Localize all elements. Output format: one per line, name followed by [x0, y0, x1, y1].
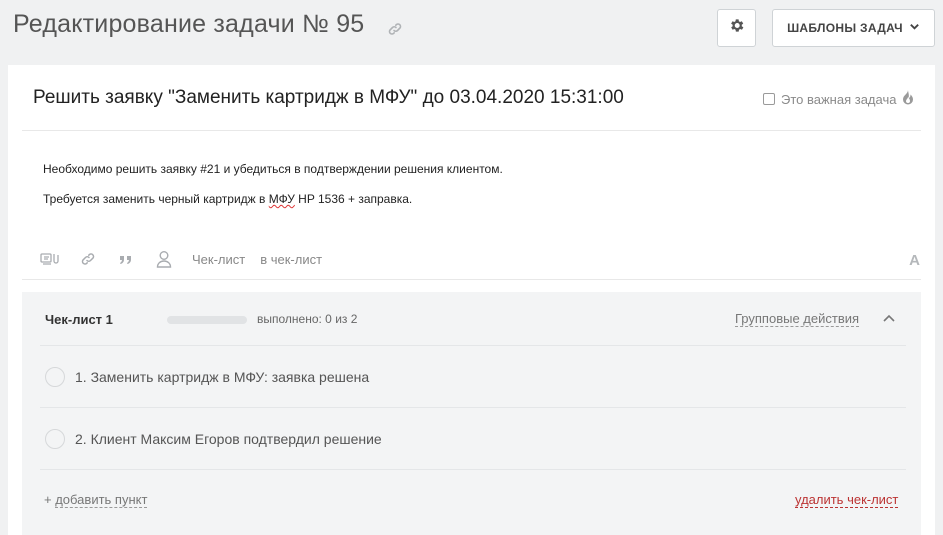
task-templates-button[interactable]: ШАБЛОНЫ ЗАДАЧ: [772, 9, 935, 47]
link-icon[interactable]: [78, 249, 98, 269]
font-icon[interactable]: A: [909, 252, 920, 269]
chevron-up-icon[interactable]: [882, 312, 896, 326]
gear-icon: [728, 17, 745, 39]
checklist-item-label[interactable]: 1. Заменить картридж в МФУ: заявка решен…: [75, 369, 369, 385]
description-text: Требуется заменить черный картридж в: [43, 192, 269, 206]
toolbar-divider: [22, 279, 921, 280]
checklist-button[interactable]: Чек-лист: [192, 252, 245, 267]
checklist-item: 2. Клиент Максим Егоров подтвердил решен…: [45, 429, 382, 449]
checklist-item-label[interactable]: 2. Клиент Максим Егоров подтвердил решен…: [75, 431, 382, 447]
important-task-toggle[interactable]: Это важная задача: [763, 90, 914, 108]
settings-button[interactable]: [717, 9, 756, 47]
add-plus: +: [44, 492, 56, 507]
flame-icon: [902, 90, 914, 108]
link-icon[interactable]: [387, 21, 403, 37]
checklist-panel: Чек-лист 1 выполнено: 0 из 2 Групповые д…: [22, 292, 921, 535]
checklist-divider: [40, 407, 906, 408]
checklist-progress-bar: [167, 316, 247, 324]
task-title[interactable]: Решить заявку "Заменить картридж в МФУ" …: [33, 87, 624, 109]
important-label: Это важная задача: [781, 91, 897, 107]
user-icon[interactable]: [154, 249, 174, 269]
description-line: Необходимо решить заявку #21 и убедиться…: [43, 162, 503, 176]
delete-checklist-link[interactable]: удалить чек-лист: [795, 492, 899, 508]
checklist-item-checkbox[interactable]: [45, 367, 65, 387]
to-checklist-button[interactable]: в чек-лист: [260, 252, 322, 267]
page-title: Редактирование задачи № 95: [13, 10, 365, 38]
description-text: HP 1536 + заправка.: [294, 192, 413, 206]
add-checklist-item-label: добавить пункт: [55, 492, 148, 508]
checklist-divider: [40, 345, 906, 346]
checklist-divider: [40, 469, 906, 470]
attachment-icon[interactable]: [40, 249, 60, 269]
checklist-item: 1. Заменить картридж в МФУ: заявка решен…: [45, 367, 369, 387]
description-line: Требуется заменить черный картридж в МФУ…: [43, 184, 503, 214]
group-actions-link[interactable]: Групповые действия: [735, 311, 860, 327]
important-checkbox[interactable]: [763, 93, 775, 105]
title-divider: [22, 130, 921, 131]
checklist-progress-text: выполнено: 0 из 2: [257, 312, 358, 326]
task-description[interactable]: Необходимо решить заявку #21 и убедиться…: [43, 154, 503, 214]
checklist-item-checkbox[interactable]: [45, 429, 65, 449]
add-checklist-item-link[interactable]: + добавить пункт: [44, 492, 148, 508]
misspelled-word: МФУ: [268, 192, 295, 206]
quote-icon[interactable]: [116, 249, 136, 269]
chevron-down-icon: [909, 21, 920, 35]
editor-toolbar: Чек-лист в чек-лист A: [40, 248, 920, 270]
task-templates-label: ШАБЛОНЫ ЗАДАЧ: [787, 21, 903, 35]
task-card: Решить заявку "Заменить картридж в МФУ" …: [8, 65, 935, 535]
page-header: Редактирование задачи № 95 ШАБЛОНЫ ЗАДАЧ: [0, 0, 943, 62]
checklist-title[interactable]: Чек-лист 1: [45, 312, 113, 327]
